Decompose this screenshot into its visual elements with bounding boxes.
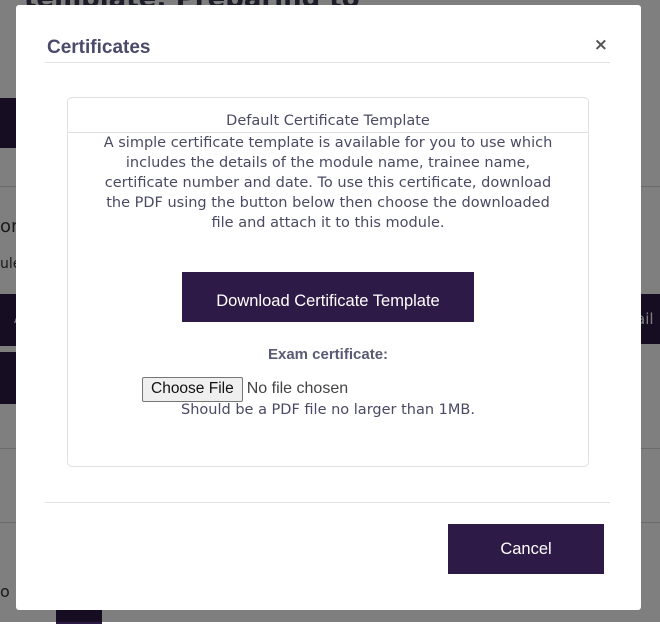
- download-template-button[interactable]: Download Certificate Template: [182, 272, 474, 322]
- file-status: No file chosen: [246, 380, 349, 397]
- certificates-modal: Certificates × Default Certificate Templ…: [16, 5, 641, 610]
- footer-divider: [45, 502, 610, 503]
- file-input: Choose File No file chosen: [142, 376, 348, 402]
- modal-title: Certificates: [47, 37, 151, 58]
- choose-file-button[interactable]: Choose File: [142, 376, 243, 402]
- card-header: Default Certificate Template: [68, 98, 588, 133]
- card-description: A simple certificate template is availab…: [103, 135, 553, 231]
- close-icon[interactable]: ×: [594, 37, 608, 54]
- modal-header: Certificates ×: [45, 33, 610, 63]
- cancel-button[interactable]: Cancel: [448, 524, 604, 574]
- file-hint: Should be a PDF file no larger than 1MB.: [181, 402, 475, 418]
- exam-certificate-label: Exam certificate:: [267, 346, 389, 363]
- certificate-template-card: Default Certificate Template A simple ce…: [67, 97, 589, 467]
